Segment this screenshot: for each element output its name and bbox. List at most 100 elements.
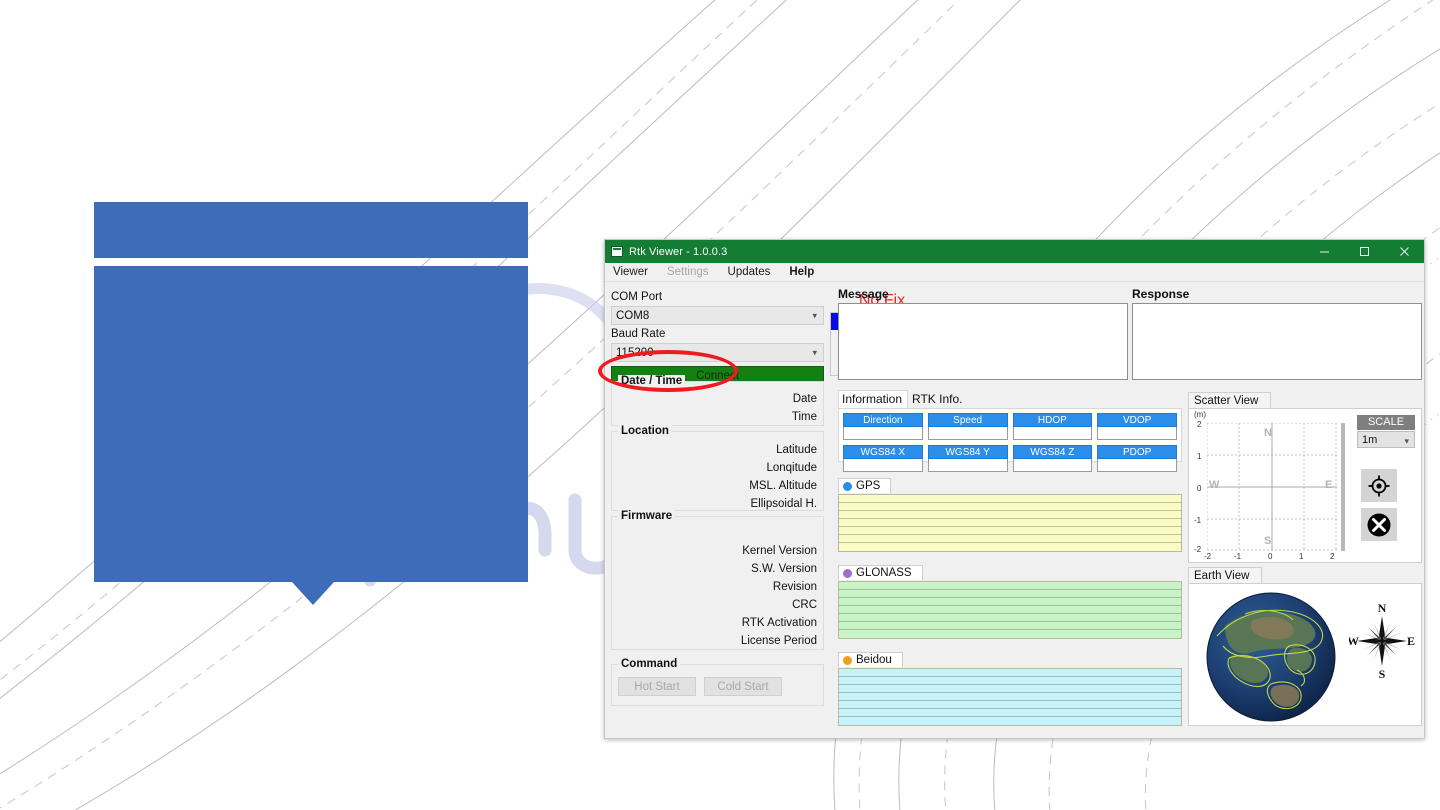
earth-view-tab[interactable]: Earth View [1188, 567, 1263, 583]
menu-item-settings: Settings [666, 266, 709, 278]
tab-rtk-info[interactable]: RTK Info. [908, 390, 969, 409]
cell-header: WGS84 Z [1012, 445, 1093, 459]
close-icon[interactable] [1384, 240, 1424, 263]
menu-item-help[interactable]: Help [789, 266, 824, 278]
com-port-label: COM Port [611, 291, 663, 303]
cell-vdop: VDOP [1097, 413, 1177, 440]
scatter-xtick-1: 1 [1299, 552, 1304, 561]
beidou-satellite-list[interactable] [838, 667, 1182, 726]
gps-dot-icon [843, 481, 852, 491]
scatter-xtick-2: 2 [1330, 552, 1335, 561]
glonass-satellite-list[interactable] [838, 580, 1182, 639]
datetime-group-title: Date / Time [618, 375, 686, 387]
tab-information[interactable]: Information [838, 390, 909, 409]
information-cells-panel: Direction Speed HDOP VDOP WGS84 X WGS84 … [838, 408, 1182, 472]
scatter-east-label: E [1325, 479, 1333, 491]
gps-tab[interactable]: GPS [838, 478, 892, 493]
cell-header: VDOP [1097, 413, 1177, 427]
scatter-unit-label: (m) [1194, 410, 1206, 419]
menu-item-viewer[interactable]: Viewer [613, 266, 658, 278]
earth-north-label: N [1378, 601, 1387, 615]
list-item [839, 614, 1181, 622]
list-item [839, 677, 1181, 685]
chevron-down-icon: ▾ [812, 310, 817, 320]
cell-value[interactable] [1097, 427, 1177, 440]
kernel-version-label: Kernel Version [742, 545, 817, 557]
chevron-down-icon: ▾ [1404, 436, 1409, 446]
earth-globe-icon [1206, 592, 1336, 722]
message-panel: Message [838, 287, 1128, 380]
scatter-view-panel: Scatter View (m) 2 1 0 -1 -2 -2 -1 0 1 2 [1188, 392, 1422, 563]
firmware-group-title: Firmware [618, 510, 676, 522]
cell-wgs84-z: WGS84 Z [1012, 445, 1093, 472]
rtk-activation-label: RTK Activation [741, 617, 817, 629]
gps-satellite-list[interactable] [838, 493, 1182, 552]
menu-bar: Viewer Settings Updates Help [605, 263, 1424, 282]
scale-value: 1m [1362, 434, 1378, 446]
scatter-scrollbar[interactable] [1341, 423, 1345, 551]
scatter-ytick-m1: -1 [1194, 516, 1202, 525]
message-textarea[interactable] [838, 303, 1128, 380]
cell-value[interactable] [1097, 459, 1177, 472]
cell-value[interactable] [927, 459, 1008, 472]
cell-header: WGS84 X [843, 445, 923, 459]
response-textarea[interactable] [1132, 303, 1422, 380]
scatter-view-tab[interactable]: Scatter View [1188, 392, 1272, 408]
cold-start-button: Cold Start [704, 677, 782, 696]
earth-view-panel: Earth View N S W E [1188, 567, 1422, 726]
com-port-value: COM8 [616, 309, 650, 322]
list-item [839, 495, 1181, 503]
speech-bubble-tail [292, 582, 334, 605]
earth-west-label: W [1349, 634, 1359, 648]
window-body: COM Port COM8 ▾ Baud Rate 115200 ▾ Conne… [605, 282, 1424, 738]
center-target-button[interactable] [1361, 469, 1397, 502]
scatter-ytick-1: 1 [1197, 452, 1202, 461]
com-port-select[interactable]: COM8 ▾ [611, 306, 824, 325]
list-item [839, 685, 1181, 693]
response-title: Response [1132, 287, 1190, 301]
scatter-xtick-0: 0 [1268, 552, 1273, 561]
scatter-view-body: (m) 2 1 0 -1 -2 -2 -1 0 1 2 N S E W SCAL… [1188, 408, 1422, 563]
menu-item-updates[interactable]: Updates [728, 266, 781, 278]
command-group-title: Command [618, 658, 681, 670]
minimize-icon[interactable] [1304, 240, 1344, 263]
scale-label: SCALE [1357, 415, 1415, 430]
license-period-label: License Period [740, 635, 817, 647]
cell-value[interactable] [843, 459, 923, 472]
scatter-plot-grid[interactable] [1207, 423, 1337, 551]
cell-header: PDOP [1097, 445, 1177, 459]
cell-header: Direction [843, 413, 923, 427]
beidou-dot-icon [843, 655, 852, 665]
cell-value[interactable] [927, 427, 1008, 440]
blue-placeholder-body [94, 266, 528, 582]
firmware-group: Firmware Kernel Version S.W. Version Rev… [611, 510, 824, 650]
cell-value[interactable] [1012, 427, 1093, 440]
glonass-dot-icon [843, 568, 852, 578]
gps-label: GPS [856, 480, 881, 492]
list-item [839, 503, 1181, 511]
maximize-icon[interactable] [1344, 240, 1384, 263]
baud-rate-select[interactable]: 115200 ▾ [611, 343, 824, 362]
list-item [839, 622, 1181, 630]
clear-scatter-button[interactable] [1361, 508, 1397, 541]
list-item [839, 598, 1181, 606]
target-crosshair-icon [1368, 475, 1390, 496]
cell-value[interactable] [1012, 459, 1093, 472]
cell-value[interactable] [843, 427, 923, 440]
scatter-ytick-2: 2 [1197, 420, 1202, 429]
list-item [839, 709, 1181, 717]
scatter-west-label: W [1209, 479, 1220, 491]
glonass-label: GLONASS [856, 567, 912, 579]
window-title: Rtk Viewer - 1.0.0.3 [629, 245, 728, 258]
revision-label: Revision [772, 581, 817, 593]
glonass-tab[interactable]: GLONASS [838, 565, 923, 580]
clear-x-icon [1367, 513, 1391, 536]
info-cell-grid: Direction Speed HDOP VDOP WGS84 X WGS84 … [839, 409, 1181, 476]
command-group: Command Hot Start Cold Start [611, 658, 824, 706]
glonass-panel: GLONASS [838, 565, 1182, 639]
scale-select[interactable]: 1m ▾ [1357, 431, 1415, 448]
date-label: Date [792, 393, 817, 405]
beidou-tab[interactable]: Beidou [838, 652, 903, 667]
blue-placeholder-bar [94, 202, 528, 258]
chevron-down-icon: ▾ [812, 347, 817, 357]
